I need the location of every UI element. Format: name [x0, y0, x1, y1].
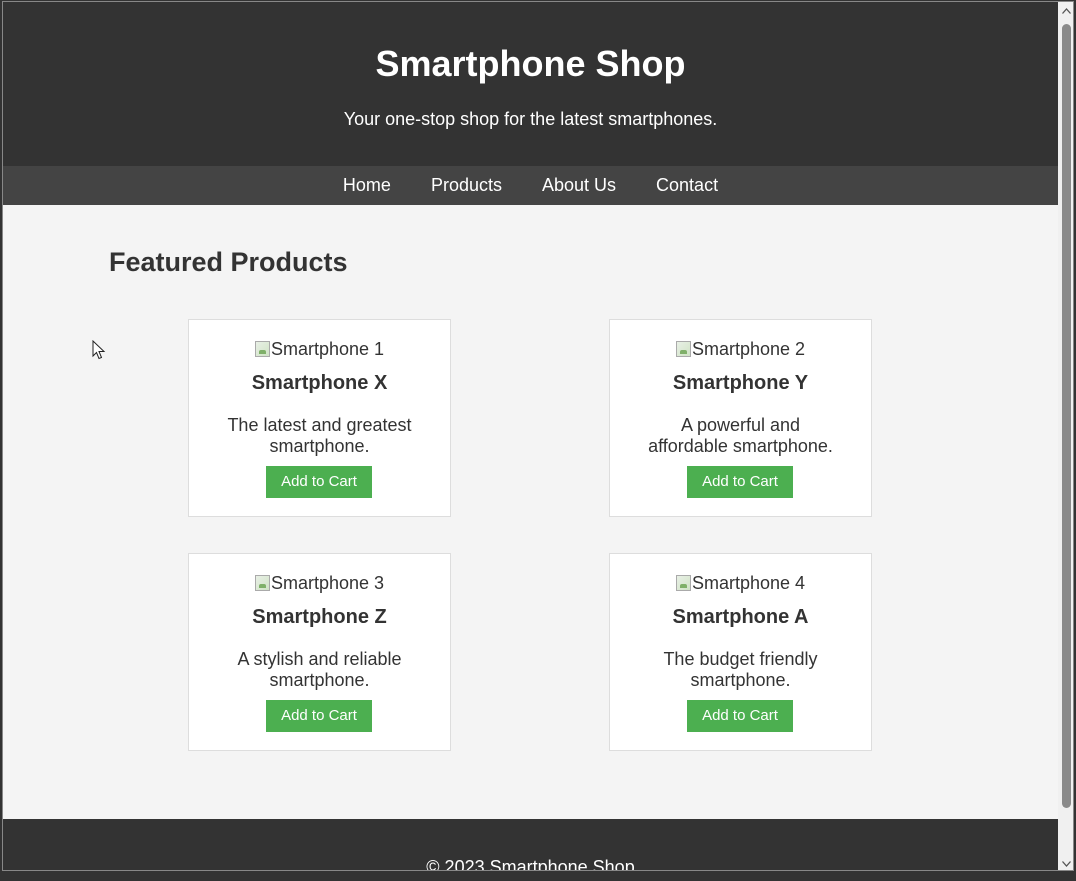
footer-copyright: © 2023 Smartphone Shop [426, 857, 635, 871]
nav-link-products[interactable]: Products [411, 166, 522, 205]
section-title: Featured Products [109, 247, 348, 277]
product-description: A powerful and affordable smartphone. [648, 415, 833, 456]
product-image-alt: Smartphone 4 [691, 573, 806, 593]
nav-link-about-us[interactable]: About Us [522, 166, 636, 205]
chevron-down-icon[interactable] [1058, 855, 1073, 870]
chevron-up-icon[interactable] [1058, 2, 1073, 19]
broken-image-icon [675, 341, 691, 357]
product-image-alt: Smartphone 3 [270, 573, 385, 593]
product-card: Smartphone 3 Smartphone Z A stylish and … [188, 553, 451, 751]
add-to-cart-button[interactable]: Add to Cart [687, 466, 793, 498]
product-name: Smartphone Y [672, 372, 809, 394]
add-to-cart-button[interactable]: Add to Cart [266, 700, 372, 732]
site-title: Smartphone Shop [375, 43, 686, 84]
product-name: Smartphone X [251, 372, 388, 394]
product-card: Smartphone 4 Smartphone A The budget fri… [609, 553, 872, 751]
nav-link-home[interactable]: Home [323, 166, 411, 205]
site-tagline: Your one-stop shop for the latest smartp… [343, 109, 718, 129]
site-header: Smartphone Shop Your one-stop shop for t… [3, 2, 1058, 166]
add-to-cart-button[interactable]: Add to Cart [266, 466, 372, 498]
product-name: Smartphone A [672, 606, 809, 628]
broken-image-icon [675, 575, 691, 591]
broken-image-icon [254, 341, 270, 357]
product-image: Smartphone 2 [610, 338, 871, 360]
product-card: Smartphone 1 Smartphone X The latest and… [188, 319, 451, 517]
site-footer: © 2023 Smartphone Shop [3, 819, 1058, 871]
vertical-scrollbar[interactable] [1058, 2, 1073, 870]
browser-window: Smartphone Shop Your one-stop shop for t… [2, 1, 1074, 871]
product-name: Smartphone Z [252, 606, 387, 628]
main-nav: Home Products About Us Contact [3, 166, 1058, 205]
product-image: Smartphone 4 [610, 572, 871, 594]
featured-section: Featured Products Smartphone 1 Smartphon… [3, 205, 1058, 819]
scrollbar-thumb[interactable] [1062, 24, 1071, 808]
mouse-pointer-icon [92, 340, 106, 360]
product-card: Smartphone 2 Smartphone Y A powerful and… [609, 319, 872, 517]
product-description: A stylish and reliable smartphone. [237, 649, 402, 690]
add-to-cart-button[interactable]: Add to Cart [687, 700, 793, 732]
product-image: Smartphone 3 [189, 572, 450, 594]
nav-link-contact[interactable]: Contact [636, 166, 738, 205]
product-image-alt: Smartphone 1 [270, 339, 385, 359]
product-image-alt: Smartphone 2 [691, 339, 806, 359]
broken-image-icon [254, 575, 270, 591]
product-description: The budget friendly smartphone. [663, 649, 818, 690]
product-image: Smartphone 1 [189, 338, 450, 360]
page-viewport: Smartphone Shop Your one-stop shop for t… [3, 2, 1058, 871]
product-description: The latest and greatest smartphone. [227, 415, 412, 456]
